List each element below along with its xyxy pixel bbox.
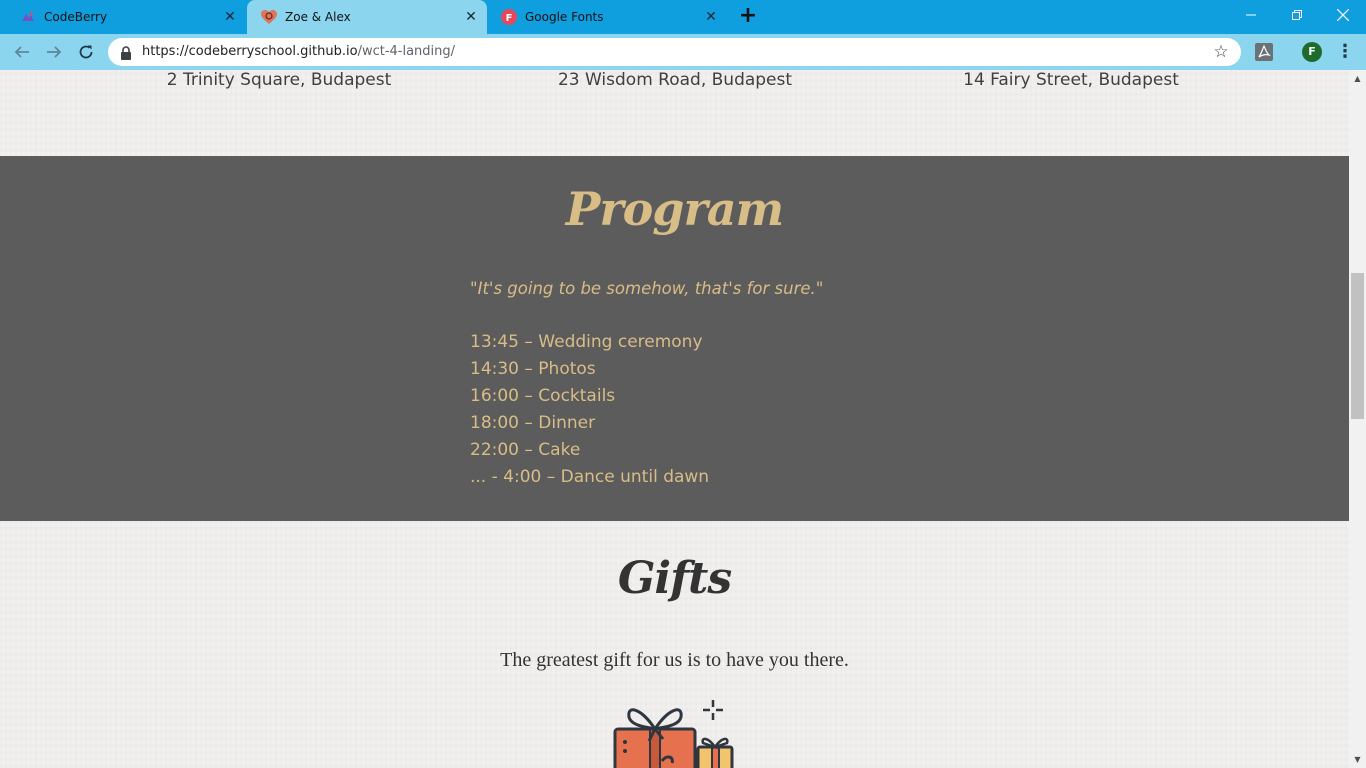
restore-icon[interactable] xyxy=(1274,0,1320,30)
google-fonts-icon: F xyxy=(501,9,517,25)
page-scrollbar[interactable]: ▲ ▼ xyxy=(1349,70,1366,768)
url-text[interactable]: https://codeberryschool.github.io/wct-4-… xyxy=(142,38,455,66)
codeberry-icon xyxy=(20,9,36,25)
gifts-text: The greatest gift for us is to have you … xyxy=(500,649,849,671)
schedule-item: ... - 4:00 – Dance until dawn xyxy=(470,467,710,487)
venue-address: 14 Fairy Street, Budapest xyxy=(963,70,1179,90)
tab-strip: CodeBerry ✕ Zoe & Alex ✕ F Google Fonts … xyxy=(0,0,1366,34)
schedule-item: 16:00 – Cocktails xyxy=(470,386,616,406)
tab-codeberry[interactable]: CodeBerry ✕ xyxy=(6,0,246,34)
browser-menu-icon[interactable]: ⋮ xyxy=(1336,42,1354,62)
google-fonts-letter: F xyxy=(506,13,513,24)
tab-google-fonts[interactable]: F Google Fonts ✕ xyxy=(487,0,727,34)
scroll-down-arrow-icon[interactable]: ▼ xyxy=(1349,751,1366,768)
bookmark-star-icon[interactable]: ☆ xyxy=(1211,42,1231,62)
minimize-icon[interactable] xyxy=(1228,0,1274,30)
scroll-up-arrow-icon[interactable]: ▲ xyxy=(1349,70,1366,87)
gift-boxes-icon xyxy=(612,699,738,768)
pdf-extension-icon[interactable] xyxy=(1254,42,1274,62)
program-schedule: 13:45 – Wedding ceremony 14:30 – Photos … xyxy=(470,329,709,491)
schedule-item: 14:30 – Photos xyxy=(470,359,596,379)
venue-address: 23 Wisdom Road, Budapest xyxy=(557,70,793,90)
tab-title: Google Fonts xyxy=(525,10,604,24)
close-tab-icon[interactable]: ✕ xyxy=(703,9,719,25)
schedule-item: 13:45 – Wedding ceremony xyxy=(470,332,703,352)
tab-zoe-alex[interactable]: Zoe & Alex ✕ xyxy=(247,0,487,34)
gifts-section: Gifts The greatest gift for us is to hav… xyxy=(0,521,1349,768)
close-tab-icon[interactable]: ✕ xyxy=(463,9,479,25)
back-arrow-icon[interactable] xyxy=(10,40,34,64)
url-host: https://codeberryschool.github.io xyxy=(142,44,358,59)
close-tab-icon[interactable]: ✕ xyxy=(222,9,238,25)
browser-toolbar: https://codeberryschool.github.io/wct-4-… xyxy=(0,34,1366,70)
close-window-icon[interactable] xyxy=(1320,0,1366,30)
scrollbar-thumb[interactable] xyxy=(1351,273,1364,419)
schedule-item: 22:00 – Cake xyxy=(470,440,581,460)
profile-avatar[interactable]: F xyxy=(1302,42,1322,62)
program-quote: "It's going to be somehow, that's for su… xyxy=(470,279,824,298)
gifts-heading: Gifts xyxy=(617,553,732,604)
tab-title: CodeBerry xyxy=(44,10,108,24)
schedule-item: 18:00 – Dinner xyxy=(470,413,596,433)
url-path: /wct-4-landing/ xyxy=(357,44,456,59)
venue-addresses: 2 Trinity Square, Budapest 23 Wisdom Roa… xyxy=(0,70,1349,156)
address-bar[interactable]: https://codeberryschool.github.io/wct-4-… xyxy=(108,38,1241,66)
program-heading: Program xyxy=(565,182,784,236)
page-viewport[interactable]: 2 Trinity Square, Budapest 23 Wisdom Roa… xyxy=(0,70,1349,768)
lock-icon[interactable] xyxy=(120,45,132,60)
venue-address: 2 Trinity Square, Budapest xyxy=(166,70,392,90)
heart-icon xyxy=(261,9,277,25)
reload-icon[interactable] xyxy=(74,40,98,64)
tab-title: Zoe & Alex xyxy=(285,10,351,24)
new-tab-button[interactable]: + xyxy=(737,5,759,28)
program-section: Program "It's going to be somehow, that'… xyxy=(0,156,1349,521)
forward-arrow-icon[interactable] xyxy=(42,40,66,64)
